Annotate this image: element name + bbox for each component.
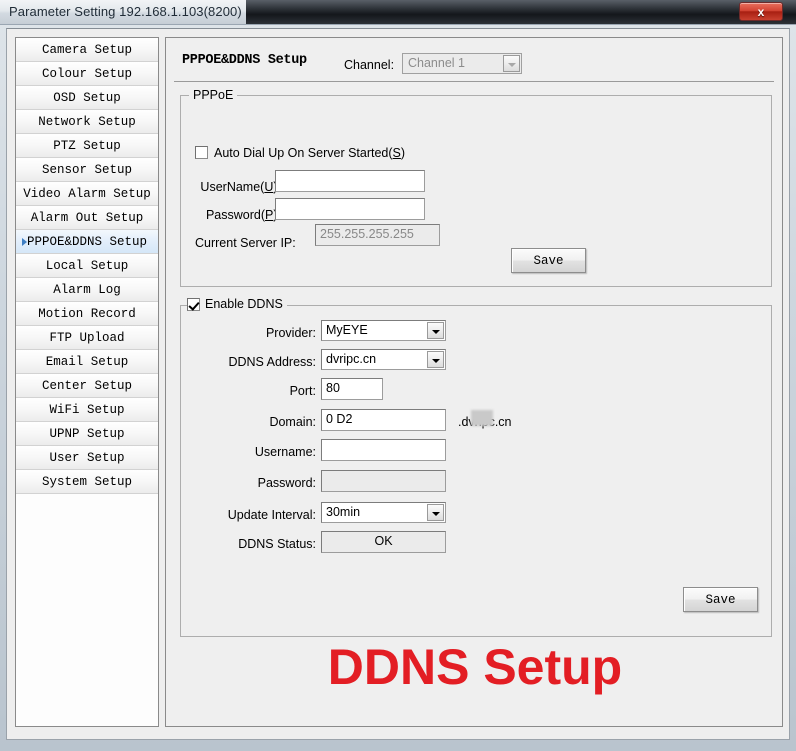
- ddns-port-label: Port:: [289, 384, 316, 398]
- close-icon: x: [757, 4, 765, 19]
- enable-ddns-label: Enable DDNS: [205, 297, 283, 311]
- sidebar-item-wifi-setup[interactable]: WiFi Setup: [16, 398, 158, 422]
- sidebar-item-label: Alarm Out Setup: [30, 211, 144, 225]
- sidebar-item-ftp-upload[interactable]: FTP Upload: [16, 326, 158, 350]
- selected-arrow-icon: [22, 238, 27, 246]
- sidebar-item-label: OSD Setup: [53, 91, 121, 105]
- auto-dial-checkbox-row[interactable]: Auto Dial Up On Server Started(S): [195, 146, 405, 160]
- titlebar-dark-region: [246, 0, 796, 24]
- sidebar-item-osd-setup[interactable]: OSD Setup: [16, 86, 158, 110]
- chevron-down-icon[interactable]: [427, 504, 444, 521]
- sidebar-item-local-setup[interactable]: Local Setup: [16, 254, 158, 278]
- sidebar-item-colour-setup[interactable]: Colour Setup: [16, 62, 158, 86]
- ddns-domain-label: Domain:: [269, 415, 316, 429]
- sidebar-item-system-setup[interactable]: System Setup: [16, 470, 158, 494]
- chevron-down-icon: [503, 55, 520, 72]
- pppoe-save-button[interactable]: Save: [511, 248, 586, 273]
- ddns-status-value: OK: [321, 531, 446, 553]
- client-area: JIENU R Camera SetupColour SetupOSD Setu…: [6, 28, 790, 740]
- chevron-down-icon[interactable]: [427, 322, 444, 339]
- pppoe-group-legend: PPPoE: [189, 88, 238, 102]
- sidebar-item-alarm-out-setup[interactable]: Alarm Out Setup: [16, 206, 158, 230]
- enable-ddns-checkbox[interactable]: [187, 297, 200, 311]
- ddns-address-select[interactable]: dvripc.cn: [321, 349, 446, 370]
- sidebar-item-label: User Setup: [49, 451, 125, 465]
- ddns-username-input[interactable]: [321, 439, 446, 461]
- sidebar-item-label: Video Alarm Setup: [23, 187, 151, 201]
- auto-dial-label-post: ): [400, 146, 406, 160]
- redaction-block: [471, 410, 493, 426]
- close-button[interactable]: x: [739, 2, 783, 21]
- sidebar-item-video-alarm-setup[interactable]: Video Alarm Setup: [16, 182, 158, 206]
- sidebar-item-motion-record[interactable]: Motion Record: [16, 302, 158, 326]
- ddns-username-label: Username:: [254, 445, 316, 459]
- ddns-domain-input[interactable]: 0 D2: [321, 409, 446, 431]
- ddns-port-input[interactable]: 80: [321, 378, 383, 400]
- main-panel: PPPOE&DDNS Setup Channel: Channel 1 PPPo…: [165, 37, 783, 727]
- page-title: PPPOE&DDNS Setup: [182, 53, 307, 68]
- ddns-provider-label: Provider:: [265, 326, 316, 340]
- ddns-password-label: Password:: [257, 476, 316, 490]
- pppoe-username-input[interactable]: [275, 170, 425, 192]
- sidebar-item-email-setup[interactable]: Email Setup: [16, 350, 158, 374]
- chevron-down-icon[interactable]: [427, 351, 444, 368]
- ddns-password-input[interactable]: [321, 470, 446, 492]
- pppoe-server-ip-value: 255.255.255.255: [315, 224, 440, 246]
- ddns-interval-select[interactable]: 30min: [321, 502, 446, 523]
- pppoe-server-ip-label: Current Server IP:: [195, 236, 296, 250]
- ddns-address-label: DDNS Address:: [228, 355, 316, 369]
- sidebar-item-label: FTP Upload: [49, 331, 125, 345]
- channel-select[interactable]: Channel 1: [402, 53, 522, 74]
- sidebar-item-label: Center Setup: [41, 379, 132, 393]
- parameter-setting-window: Parameter Setting 192.168.1.103(8200) x …: [0, 0, 796, 751]
- sidebar-item-label: Local Setup: [45, 259, 129, 273]
- channel-label: Channel:: [344, 58, 395, 72]
- ddns-setup-banner: DDNS Setup: [327, 639, 623, 695]
- sidebar-item-label: Motion Record: [38, 307, 136, 321]
- sidebar-item-label: PTZ Setup: [53, 139, 121, 153]
- sidebar-item-label: PPPOE&DDNS Setup: [26, 235, 148, 249]
- sidebar-item-ptz-setup[interactable]: PTZ Setup: [16, 134, 158, 158]
- sidebar-item-label: System Setup: [41, 475, 132, 489]
- sidebar-item-label: UPNP Setup: [49, 427, 125, 441]
- pppoe-username-mnemonic: U: [264, 180, 274, 194]
- pppoe-group: PPPoE Auto Dial Up On Server Started(S) …: [180, 88, 772, 287]
- pppoe-username-label-pre: UserName(: [200, 180, 265, 194]
- ddns-interval-value: 30min: [326, 505, 361, 519]
- channel-selected-value: Channel 1: [408, 56, 465, 70]
- auto-dial-checkbox[interactable]: [195, 146, 208, 159]
- sidebar-item-sensor-setup[interactable]: Sensor Setup: [16, 158, 158, 182]
- enable-ddns-checkbox-row[interactable]: Enable DDNS: [187, 297, 287, 311]
- pppoe-password-label-pre: Password(: [205, 208, 266, 222]
- sidebar-item-center-setup[interactable]: Center Setup: [16, 374, 158, 398]
- sidebar-item-label: WiFi Setup: [49, 403, 125, 417]
- window-title: Parameter Setting 192.168.1.103(8200): [9, 4, 242, 19]
- sidebar-item-camera-setup[interactable]: Camera Setup: [16, 38, 158, 62]
- sidebar-item-label: Alarm Log: [53, 283, 121, 297]
- sidebar-item-network-setup[interactable]: Network Setup: [16, 110, 158, 134]
- sidebar-item-user-setup[interactable]: User Setup: [16, 446, 158, 470]
- ddns-provider-value: MyEYE: [326, 323, 368, 337]
- ddns-status-label: DDNS Status:: [238, 537, 316, 551]
- auto-dial-mnemonic: S: [392, 146, 401, 160]
- sidebar-item-pppoe-ddns-setup[interactable]: PPPOE&DDNS Setup: [16, 230, 158, 254]
- sidebar-item-alarm-log[interactable]: Alarm Log: [16, 278, 158, 302]
- sidebar-item-label: Camera Setup: [41, 43, 132, 57]
- footer-bar: Refresh Ok: [7, 693, 791, 739]
- sidebar-item-label: Email Setup: [45, 355, 129, 369]
- sidebar-item-label: Colour Setup: [41, 67, 132, 81]
- sidebar-menu: Camera Setup Colour Setup OSD Setup Network…: [15, 37, 159, 727]
- ddns-provider-select[interactable]: MyEYE: [321, 320, 446, 341]
- sidebar-item-label: Network Setup: [38, 115, 136, 129]
- auto-dial-label-pre: Auto Dial Up On Server Started(: [214, 146, 393, 160]
- ddns-save-button[interactable]: Save: [683, 587, 758, 612]
- ddns-group: Enable DDNS Provider: MyEYE DDNS Address…: [180, 297, 772, 637]
- window-titlebar: Parameter Setting 192.168.1.103(8200) x: [0, 0, 796, 25]
- sidebar-item-upnp-setup[interactable]: UPNP Setup: [16, 422, 158, 446]
- ddns-address-value: dvripc.cn: [326, 352, 377, 366]
- sidebar-item-label: Sensor Setup: [41, 163, 132, 177]
- ddns-interval-label: Update Interval:: [227, 508, 316, 522]
- pppoe-password-input[interactable]: [275, 198, 425, 220]
- title-divider: [174, 81, 774, 82]
